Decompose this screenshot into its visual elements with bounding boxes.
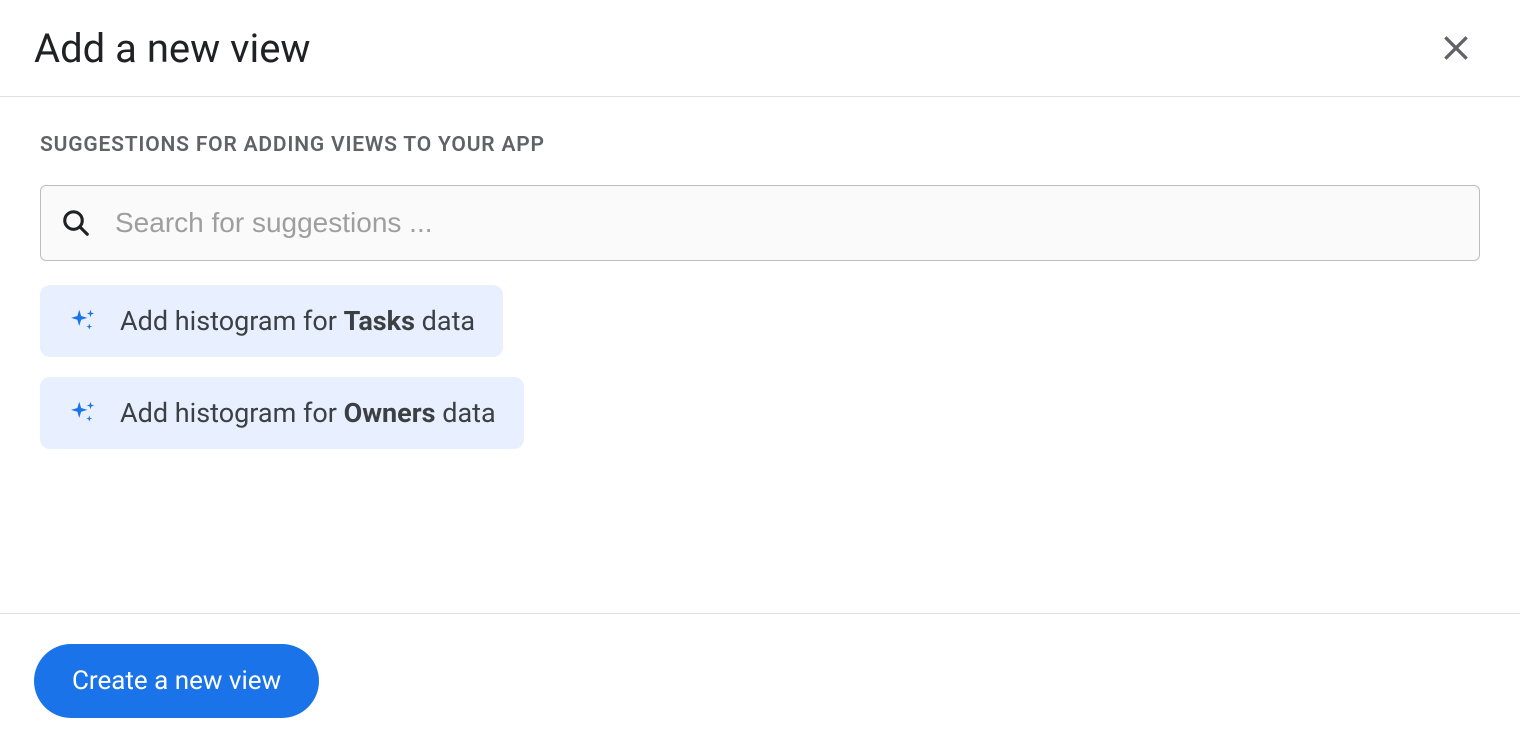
search-icon <box>61 208 91 238</box>
dialog-body: SUGGESTIONS FOR ADDING VIEWS TO YOUR APP… <box>0 97 1520 613</box>
suggestion-item[interactable]: Add histogram for Tasks data <box>40 285 503 357</box>
dialog-header: Add a new view <box>0 0 1520 97</box>
create-view-button[interactable]: Create a new view <box>34 644 319 718</box>
section-label: SUGGESTIONS FOR ADDING VIEWS TO YOUR APP <box>40 133 1480 157</box>
search-wrapper[interactable] <box>40 185 1480 261</box>
dialog-footer: Create a new view <box>0 613 1520 748</box>
suggestion-item[interactable]: Add histogram for Owners data <box>40 377 524 449</box>
suggestion-label: Add histogram for Tasks data <box>120 305 475 337</box>
sparkle-icon <box>68 398 98 428</box>
suggestions-list: Add histogram for Tasks data Add histogr… <box>40 285 1480 469</box>
dialog-title: Add a new view <box>34 25 310 72</box>
sparkle-icon <box>68 306 98 336</box>
search-input[interactable] <box>115 207 1459 239</box>
close-button[interactable] <box>1432 24 1480 72</box>
suggestion-label: Add histogram for Owners data <box>120 397 496 429</box>
close-icon <box>1440 32 1472 64</box>
